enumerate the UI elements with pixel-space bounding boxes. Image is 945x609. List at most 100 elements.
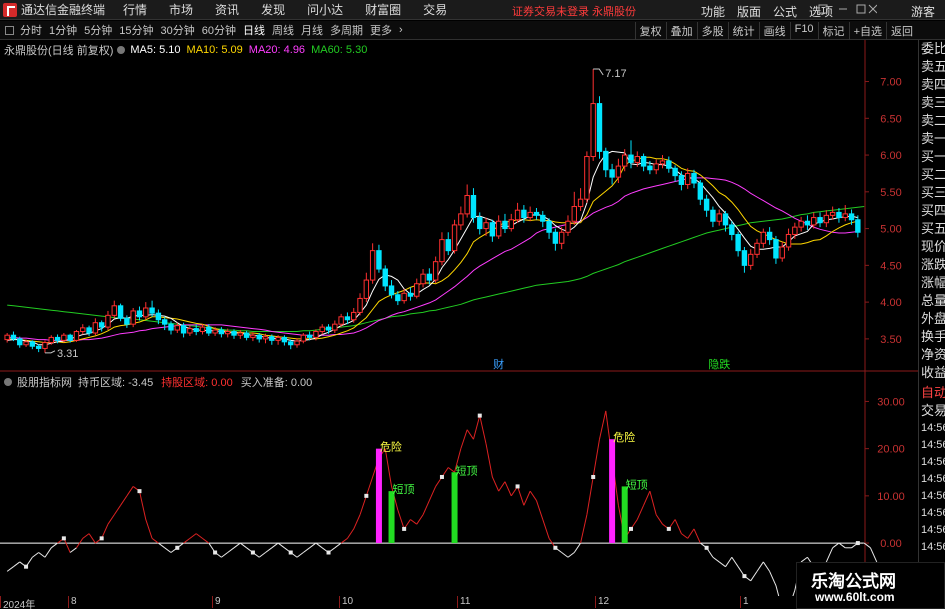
side-panel-item[interactable]: 外盘 <box>919 310 945 328</box>
side-panel-item[interactable]: 现价 <box>919 238 945 256</box>
indicator-point <box>439 474 444 479</box>
login-notice[interactable]: 证券交易未登录 永鼎股份 <box>512 3 636 19</box>
multi-stock-button[interactable]: 多股 <box>696 22 728 40</box>
mark-button[interactable]: 标记 <box>817 22 849 40</box>
draw-line-button[interactable]: 画线 <box>758 22 790 40</box>
period-1min[interactable]: 1分钟 <box>49 22 77 38</box>
indicator-line-segment <box>315 542 323 549</box>
candle-body <box>533 211 540 216</box>
adjust-button[interactable]: 复权 <box>634 22 666 40</box>
side-panel-item[interactable]: 卖三 <box>919 94 945 112</box>
candle-body <box>470 195 477 219</box>
period-weekly[interactable]: 周线 <box>272 22 294 38</box>
side-panel-item[interactable]: 换手 <box>919 328 945 346</box>
chart-area[interactable]: 7.00 6.50 6.00 5.50 5.00 4.50 4.00 3.50 30.00 20.… <box>0 40 918 596</box>
menu-item-function[interactable]: 功能 <box>701 3 725 20</box>
candle-body <box>262 336 269 340</box>
candle-body <box>117 305 124 319</box>
candle-body <box>243 332 250 338</box>
candle-body <box>754 242 760 255</box>
short-top-bar <box>451 472 458 544</box>
menu-item-trade[interactable]: 交易 <box>423 1 447 18</box>
candle-body <box>86 327 92 334</box>
ma-label: MA20: 4.96 <box>248 44 306 56</box>
period-60min[interactable]: 60分钟 <box>202 22 236 38</box>
side-panel-item[interactable]: 卖五 <box>919 58 945 76</box>
side-panel-item[interactable]: 卖一 <box>919 130 945 148</box>
side-panel-item[interactable]: 买一 <box>919 148 945 166</box>
menu-item-formula[interactable]: 公式 <box>773 3 797 20</box>
indicator-line-segment <box>145 519 153 539</box>
side-panel-item[interactable]: 总量 <box>919 292 945 310</box>
indicator-line-segment <box>397 509 405 530</box>
side-panel-item[interactable]: 买二 <box>919 166 945 184</box>
indicator-label: 危险 <box>380 440 402 454</box>
indicator-line-segment <box>384 448 393 487</box>
price-annotation-label: 3.31 <box>57 348 78 360</box>
window-control-icons[interactable] <box>817 2 877 16</box>
chevron-right-icon[interactable]: › <box>399 24 403 36</box>
settings-dot-icon[interactable] <box>4 378 12 386</box>
candle-body <box>23 341 29 346</box>
period-intraday[interactable]: 分时 <box>20 22 42 38</box>
side-time-item: 14:56 <box>921 490 945 502</box>
indicator-point <box>855 541 860 546</box>
side-panel-item[interactable]: 收益 <box>919 364 945 382</box>
side-panel-item[interactable]: 卖四 <box>919 76 945 94</box>
period-30min[interactable]: 30分钟 <box>161 22 195 38</box>
candle-body <box>716 213 722 222</box>
side-panel-item[interactable]: 买三 <box>919 184 945 202</box>
side-panel-item[interactable]: 卖二 <box>919 112 945 130</box>
side-panel-item[interactable]: 净资 <box>919 346 945 364</box>
indicator-line-segment <box>479 415 487 445</box>
menu-item-ask[interactable]: 问小达 <box>307 1 343 18</box>
indicator-line-segment <box>655 514 663 525</box>
add-watchlist-button[interactable]: +自选 <box>848 22 886 40</box>
indicator-line-segment <box>869 547 878 563</box>
period-daily[interactable]: 日线 <box>243 22 265 38</box>
period-multi[interactable]: 多周期 <box>330 22 363 38</box>
title-bar: 通达信金融终端 行情 市场 资讯 发现 问小达 财富圈 交易 证券交易未登录 永… <box>0 0 945 20</box>
settings-dot-icon[interactable] <box>117 46 126 54</box>
indicator-line-segment <box>233 542 241 549</box>
indicator-line-segment <box>586 476 594 515</box>
menu-item-quotes[interactable]: 行情 <box>123 1 147 18</box>
stats-button[interactable]: 统计 <box>727 22 759 40</box>
side-panel-item[interactable]: 涨幅 <box>919 274 945 292</box>
short-top-bar <box>388 491 395 544</box>
side-auto-label[interactable]: 自动 <box>919 384 945 402</box>
period-monthly[interactable]: 月线 <box>301 22 323 38</box>
side-trade-label[interactable]: 交易 <box>919 402 945 420</box>
candle-body <box>174 325 180 331</box>
period-5min[interactable]: 5分钟 <box>84 22 112 38</box>
candle-body <box>640 156 647 167</box>
indicator-line-segment <box>240 542 247 549</box>
guest-label[interactable]: 游客 <box>911 3 935 20</box>
indicator-line-segment <box>416 514 424 525</box>
overlay-button[interactable]: 叠加 <box>665 22 697 40</box>
side-panel-item[interactable]: 委比 <box>919 40 945 58</box>
period-more[interactable]: 更多 <box>370 22 392 38</box>
y-tick-label: 6.00 <box>880 150 901 162</box>
back-button[interactable]: 返回 <box>886 22 917 40</box>
indicator-line-segment <box>347 528 355 539</box>
side-panel-item[interactable]: 买五 <box>919 220 945 238</box>
candle-body <box>565 220 571 233</box>
menu-item-news[interactable]: 资讯 <box>215 1 239 18</box>
menu-item-layout[interactable]: 版面 <box>737 3 761 20</box>
period-15min[interactable]: 15分钟 <box>119 22 153 38</box>
indicator-line-segment <box>567 552 575 558</box>
menu-item-wealth[interactable]: 财富圈 <box>365 1 401 18</box>
menu-item-discover[interactable]: 发现 <box>261 1 285 18</box>
indicator-line-segment <box>592 439 600 478</box>
candle-body <box>237 332 244 336</box>
panel-toggle-checkbox[interactable] <box>5 25 14 35</box>
side-panel-item[interactable]: 买四 <box>919 202 945 220</box>
f10-button[interactable]: F10 <box>789 22 818 40</box>
menu-item-market[interactable]: 市场 <box>169 1 193 18</box>
candle-body <box>269 336 275 341</box>
indicator-point <box>137 489 142 494</box>
candle-body <box>193 328 199 333</box>
side-panel-item[interactable]: 涨跌 <box>919 256 945 274</box>
indicator-line-segment <box>535 500 544 520</box>
